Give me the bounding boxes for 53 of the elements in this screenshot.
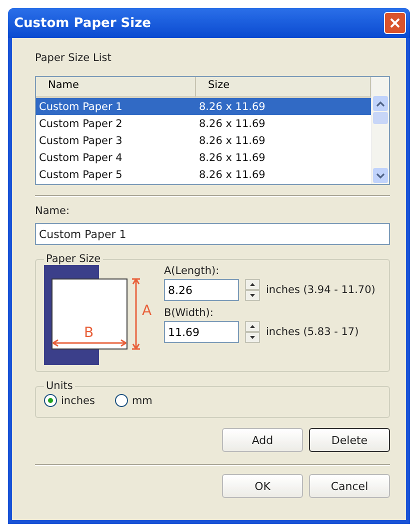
dimension-label: B(Width): xyxy=(164,307,214,319)
scrollbar[interactable] xyxy=(371,77,389,184)
list-action-button[interactable]: Add xyxy=(222,428,303,452)
unit-radio[interactable]: mm xyxy=(114,394,152,407)
dialog-button[interactable]: Cancel xyxy=(309,474,390,498)
size-cell-text: 8.26 x 11.69 xyxy=(198,134,266,146)
size-cell-text: 8.26 x 11.69 xyxy=(198,152,266,164)
name-label: Name: xyxy=(35,205,71,217)
radio-label: inches xyxy=(61,394,95,406)
close-icon xyxy=(389,17,401,29)
group-title: Paper Size xyxy=(45,253,102,265)
dimension-field[interactable]: 11.69 xyxy=(164,321,239,343)
spin-control[interactable] xyxy=(245,279,260,301)
down-arrow-icon xyxy=(250,336,255,339)
dimension-field[interactable]: 8.26 xyxy=(164,279,239,301)
scroll-up-icon[interactable] xyxy=(373,96,388,111)
scroll-thumb[interactable] xyxy=(373,112,388,124)
list-row[interactable]: Custom Paper 4 8.26 x 11.69 xyxy=(36,149,371,166)
name-cell-text: Custom Paper 5 xyxy=(38,168,124,180)
dimension-label: A(Length): xyxy=(164,265,220,277)
unit-radio[interactable]: inches xyxy=(44,394,95,407)
radio-label: mm xyxy=(132,394,152,406)
list-label: Paper Size List xyxy=(35,52,112,64)
close-button[interactable] xyxy=(384,12,406,34)
name-field[interactable]: Custom Paper 1 xyxy=(35,223,390,245)
dialog-button[interactable]: OK xyxy=(222,474,303,498)
list-row[interactable]: Custom Paper 5 8.26 x 11.69 xyxy=(36,166,371,183)
group-title: Units xyxy=(45,380,74,392)
scroll-down-icon[interactable] xyxy=(373,168,388,183)
list-action-button[interactable]: Delete xyxy=(309,428,390,452)
up-arrow-icon xyxy=(250,325,255,328)
down-arrow-icon xyxy=(250,294,255,297)
column-header[interactable]: Name xyxy=(36,77,196,98)
up-arrow-icon xyxy=(250,283,255,286)
name-cell-text: Custom Paper 4 xyxy=(38,152,124,164)
name-cell-text: Custom Paper 2 xyxy=(38,118,124,130)
list-row[interactable]: Custom Paper 1 8.26 x 11.69 xyxy=(36,98,371,115)
size-cell-text: 8.26 x 11.69 xyxy=(198,168,266,180)
name-cell-text: Custom Paper 3 xyxy=(38,134,124,146)
range-label: inches (3.94 - 11.70) xyxy=(266,284,376,296)
list-row[interactable]: Custom Paper 2 8.26 x 11.69 xyxy=(36,115,371,132)
size-cell-text: 8.26 x 11.69 xyxy=(198,100,266,112)
range-label: inches (5.83 - 17) xyxy=(266,326,359,338)
radio-icon[interactable] xyxy=(44,394,57,407)
dimension-letter: A xyxy=(142,303,152,319)
list-row[interactable]: Custom Paper 3 8.26 x 11.69 xyxy=(36,132,371,149)
dimension-letter: B xyxy=(84,325,94,341)
radio-icon[interactable] xyxy=(114,394,128,407)
name-cell-text: Custom Paper 1 xyxy=(38,100,124,112)
window-title: Custom Paper Size xyxy=(14,16,151,30)
size-cell-text: 8.26 x 11.69 xyxy=(198,118,266,130)
column-header[interactable]: Size xyxy=(196,77,371,98)
spin-control[interactable] xyxy=(245,321,260,343)
